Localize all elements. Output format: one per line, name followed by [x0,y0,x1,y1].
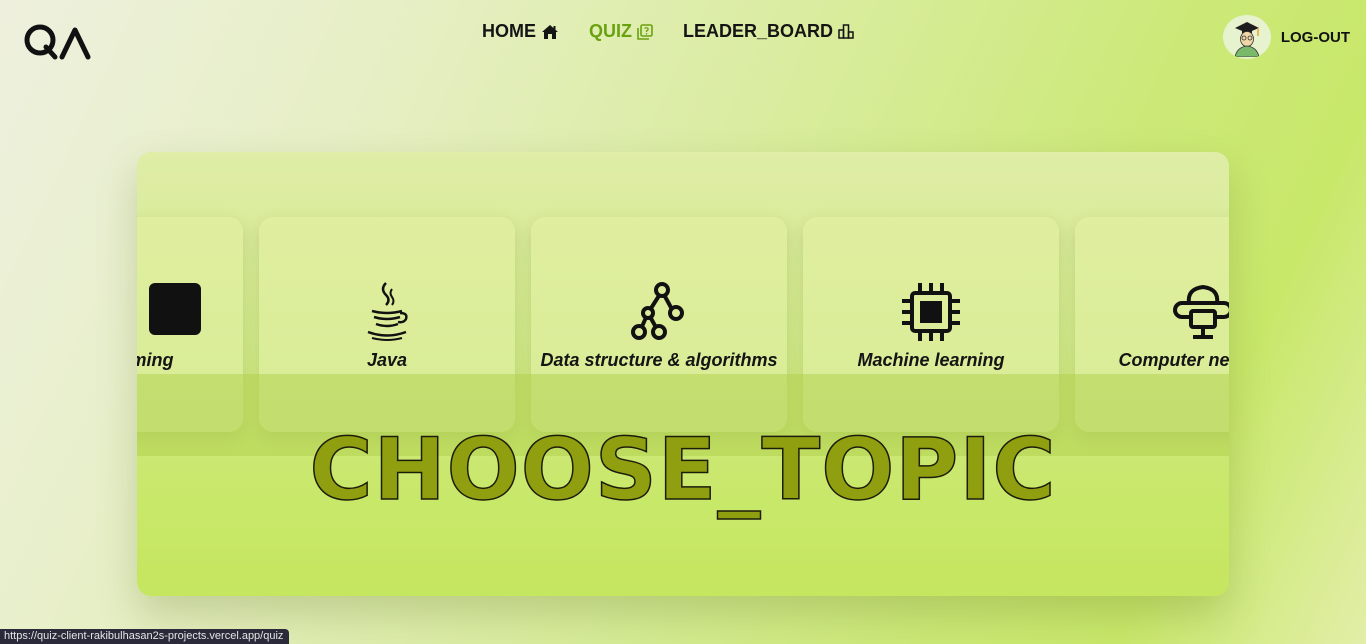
nav-quiz[interactable]: QUIZ [589,21,653,42]
chip-icon [902,283,960,341]
network-icon [1173,284,1229,339]
qa-logo[interactable] [22,22,92,62]
topic-label: Machine learning [857,350,1005,370]
nav-home-label: HOME [482,21,536,41]
main-nav: HOME QUIZ LEADER_BOARD [482,21,884,42]
java-icon [367,282,408,341]
code-icon [149,283,201,335]
home-icon [542,24,558,39]
nav-quiz-label: QUIZ [589,21,632,41]
logout-button[interactable]: LOG-OUT [1281,29,1350,46]
topic-label: Data structure & algorithms [540,350,778,370]
topic-label: Programming [137,350,174,370]
topic-label: Java [366,350,408,370]
quiz-icon [637,23,653,40]
leaderboard-icon [838,24,854,39]
nav-leaderboard-label: LEADER_BOARD [683,21,834,41]
status-url: https://quiz-client-rakibulhasan2s-proje… [0,629,290,644]
graduate-avatar[interactable] [1222,15,1271,59]
user-menu: LOG-OUT [1222,15,1350,59]
topic-card: Programming Java [137,152,1229,596]
avatar-icon [1234,22,1260,57]
topic-label: Computer networks [1118,350,1229,370]
nav-leaderboard[interactable]: LEADER_BOARD [683,21,854,42]
nav-home[interactable]: HOME [482,21,559,42]
graph-icon [631,282,684,340]
page-heading: CHOOSE_TOPIC [309,420,1057,520]
